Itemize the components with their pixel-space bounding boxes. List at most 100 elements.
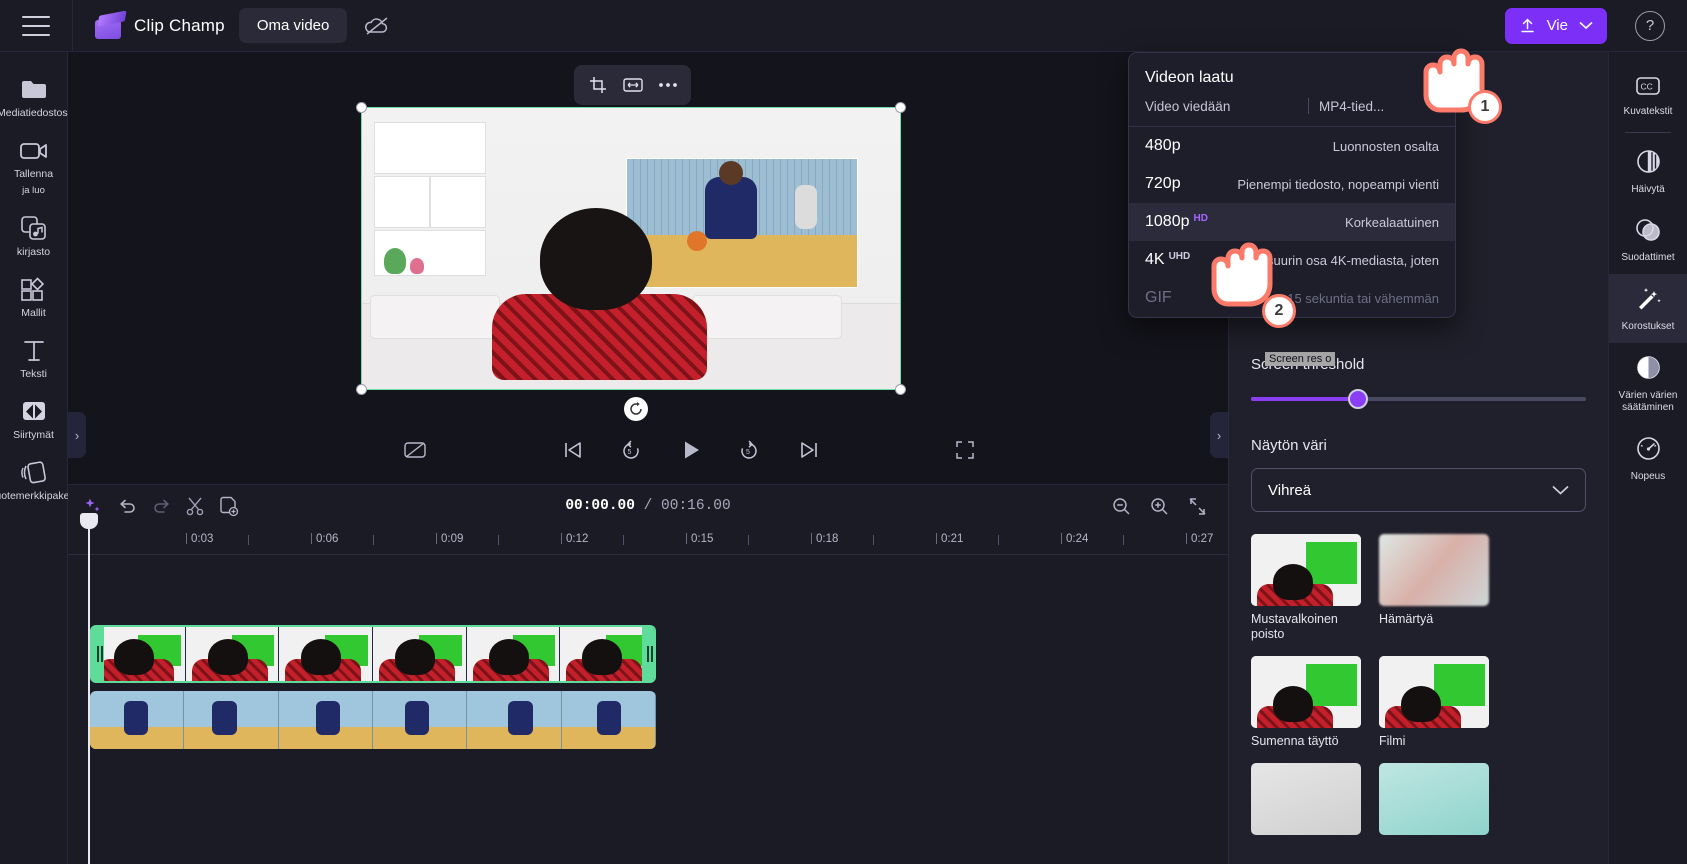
list-item[interactable]: Sumenna täyttö — [1251, 656, 1361, 749]
preview-stage: › › — [68, 52, 1228, 482]
trim-handle-right[interactable] — [642, 627, 654, 681]
sidebar-item-record[interactable]: Tallenna ja luo — [0, 127, 68, 205]
option-description: e suurin osa 4K-mediasta, joten — [1256, 252, 1439, 268]
list-item[interactable]: Hämärtyä — [1379, 534, 1489, 642]
templates-icon — [20, 276, 47, 302]
screen-threshold-slider[interactable] — [1251, 387, 1586, 411]
resize-handle-tl[interactable] — [356, 102, 367, 113]
sidebar-item-speed[interactable]: Nopeus — [1609, 424, 1687, 493]
rotate-icon[interactable] — [624, 397, 648, 421]
playhead[interactable] — [80, 513, 98, 864]
sidebar-item-label: Mediatiedostosi — [0, 107, 70, 119]
skip-end-icon[interactable] — [790, 431, 828, 469]
table-row[interactable] — [90, 625, 656, 683]
redo-icon[interactable] — [144, 489, 178, 523]
option-description: Korkealaatuinen — [1345, 214, 1439, 230]
speed-gauge-icon — [1636, 436, 1661, 466]
video-camera-icon — [19, 137, 49, 163]
list-item[interactable]: Mustavalkoinen poisto — [1251, 534, 1361, 642]
option-description: Pienempi tiedosto, nopeampi vienti — [1237, 176, 1439, 192]
sidebar-item-templates[interactable]: Mallit — [0, 266, 68, 327]
fit-timeline-icon[interactable] — [1180, 489, 1214, 523]
back-5-icon[interactable]: 5 — [612, 431, 650, 469]
more-icon[interactable] — [653, 71, 683, 99]
dropdown-subtitle-right: MP4-tied... — [1319, 98, 1385, 114]
captions-off-icon[interactable] — [396, 431, 434, 469]
duplicate-icon[interactable] — [212, 489, 246, 523]
crop-icon[interactable] — [583, 71, 613, 99]
music-library-icon — [20, 215, 48, 241]
forward-5-icon[interactable]: 5 — [730, 431, 768, 469]
sidebar-item-fade[interactable]: Häivytä — [1609, 137, 1687, 206]
effect-label: Filmi — [1379, 734, 1406, 748]
play-button[interactable] — [672, 431, 710, 469]
export-quality-dropdown: Videon laatu Video viedään MP4-tied... 4… — [1128, 52, 1456, 318]
resize-handle-bl[interactable] — [356, 384, 367, 395]
quality-option-1080p[interactable]: 1080p HD Korkealaatuinen — [1129, 203, 1455, 241]
fit-icon[interactable] — [618, 71, 648, 99]
sidebar-item-brandkit[interactable]: Tuotemerkkipaketti — [0, 449, 78, 510]
sidebar-item-label: Tuotemerkkipaketti — [0, 490, 78, 502]
option-description: 15 sekuntia tai vähemmän — [1287, 290, 1439, 306]
screen-color-label: Näytön väri — [1251, 437, 1327, 454]
preview-content — [362, 108, 900, 389]
effect-label: Mustavalkoinen poisto — [1251, 612, 1338, 641]
split-icon[interactable] — [178, 489, 212, 523]
inset-video — [626, 158, 858, 288]
sidebar-item-media[interactable]: Mediatiedostosi — [0, 66, 70, 127]
quality-option-480p[interactable]: 480p Luonnosten osalta — [1129, 127, 1455, 165]
magic-sparkle-icon — [1635, 286, 1662, 316]
trim-handle-left[interactable] — [92, 627, 104, 681]
timeline-zoom-tools — [1104, 489, 1214, 523]
quality-option-720p[interactable]: 720p Pienempi tiedosto, nopeampi vienti — [1129, 165, 1455, 203]
project-name-field[interactable]: Oma video — [238, 8, 348, 43]
undo-icon[interactable] — [110, 489, 144, 523]
sidebar-item-sublabel: ja luo — [22, 185, 45, 196]
table-row[interactable] — [90, 691, 656, 749]
fullscreen-icon[interactable] — [946, 431, 984, 469]
top-bar: Clip Champ Oma video Vie ? — [0, 0, 1687, 52]
current-time: 00:00.00 — [565, 498, 635, 514]
screen-color-select[interactable]: Vihreä — [1251, 468, 1586, 512]
zoom-in-icon[interactable] — [1142, 489, 1176, 523]
list-item[interactable]: Filmi — [1379, 656, 1489, 749]
zoom-out-icon[interactable] — [1104, 489, 1138, 523]
svg-text:5: 5 — [746, 449, 750, 456]
sidebar-item-label: Suodattimet — [1621, 252, 1675, 263]
slider-label: Screen threshold Screen res o — [1251, 352, 1586, 373]
resize-handle-tr[interactable] — [895, 102, 906, 113]
option-description: Luonnosten osalta — [1332, 138, 1439, 154]
effect-thumbnail — [1379, 534, 1489, 606]
list-item[interactable] — [1251, 763, 1361, 835]
list-item[interactable] — [1379, 763, 1489, 835]
sidebar-item-label: Kuvatekstit — [1623, 106, 1673, 117]
timeline-ruler[interactable]: 0:03 0:06 0:09 0:12 0:15 0:18 0:21 0:24 … — [68, 527, 1228, 555]
sidebar-item-color-adjust[interactable]: Värien värien säätäminen — [1609, 343, 1687, 424]
screen-color-value: Vihreä — [1268, 481, 1312, 499]
chevron-down-icon — [1579, 21, 1593, 30]
sidebar-item-text[interactable]: Teksti — [0, 327, 68, 388]
sidebar-item-label: Tallenna — [13, 168, 54, 180]
video-preview[interactable] — [356, 102, 906, 395]
quality-option-4k[interactable]: 4K UHD e suurin osa 4K-mediasta, joten — [1129, 241, 1455, 279]
upload-icon — [1520, 18, 1534, 33]
timeline-toolbar: 00:00.00 / 00:16.00 — [68, 485, 1228, 527]
clip-thumbnails — [90, 691, 656, 749]
clipchamp-app: Clip Champ Oma video Vie ? Mediatiedosto… — [0, 0, 1687, 864]
resize-handle-br[interactable] — [895, 384, 906, 395]
sidebar-item-library[interactable]: kirjasto — [0, 205, 68, 266]
slider-thumb[interactable] — [1348, 389, 1369, 409]
sidebar-item-filters[interactable]: Suodattimet — [1609, 206, 1687, 274]
sidebar-item-captions[interactable]: CC Kuvatekstit — [1609, 64, 1687, 128]
divider — [1625, 132, 1671, 133]
divider — [72, 0, 73, 52]
export-button[interactable]: Vie — [1504, 7, 1607, 44]
sidebar-item-effects[interactable]: Korostukset — [1608, 274, 1687, 343]
filters-icon — [1635, 218, 1661, 247]
color-adjust-icon — [1636, 355, 1661, 385]
cloud-off-icon[interactable] — [359, 10, 395, 42]
skip-start-icon[interactable] — [554, 431, 592, 469]
help-button[interactable]: ? — [1635, 10, 1665, 41]
sidebar-item-transitions[interactable]: Siirtymät — [0, 388, 68, 449]
hamburger-icon[interactable] — [22, 15, 50, 36]
